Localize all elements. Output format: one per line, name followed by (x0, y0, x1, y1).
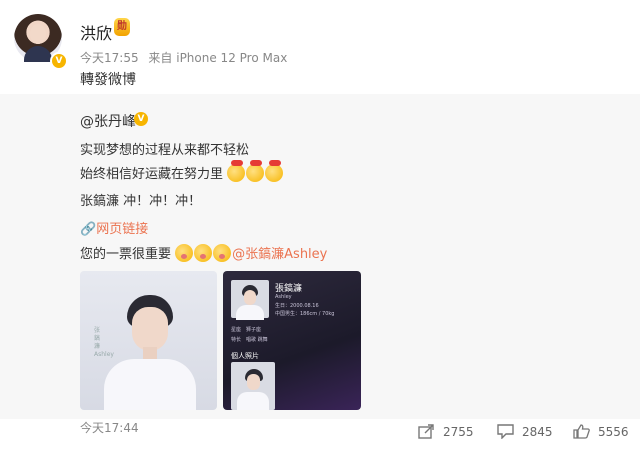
profile-thumbnail (231, 280, 269, 320)
like-button[interactable]: 5556 (573, 424, 629, 439)
cheer-emoji-icon (265, 160, 284, 182)
mention-link[interactable]: @张鎬濂Ashley (232, 247, 327, 262)
avatar-shirt (24, 46, 52, 62)
repost-line-2: 始终相信好运藏在努力里 (80, 160, 284, 182)
repost-count: 2755 (443, 424, 474, 439)
link-icon: 🔗 (80, 222, 97, 237)
thumbs-up-icon (573, 424, 590, 439)
repost-line-3: 张鎬濂 冲！冲！冲！ (80, 194, 202, 209)
original-post-time[interactable]: 今天17:44 (80, 419, 139, 436)
repost-line-1: 实现梦想的过程从来都不轻松 (80, 143, 250, 158)
blush-emoji-icon (194, 244, 213, 262)
album-thumbnail (231, 362, 275, 410)
original-author[interactable]: @张丹峰 (80, 111, 136, 131)
avatar-face (30, 24, 46, 44)
card-name: 張鎬濂 (275, 284, 303, 294)
blush-emoji-icon (175, 244, 194, 262)
member-badge-icon: 勋 (114, 18, 130, 36)
author-name[interactable]: 洪欣 (80, 20, 112, 44)
verified-icon: V (50, 52, 68, 70)
comment-icon (497, 424, 514, 439)
repost-icon (418, 424, 434, 439)
comment-count: 2845 (522, 424, 553, 439)
like-count: 5556 (598, 424, 629, 439)
photo-profile-card[interactable]: 張鎬濂 Ashley 生日：2000.08.16 中国男生：186cm / 70… (223, 271, 361, 410)
post-time[interactable]: 今天17:55 (80, 51, 139, 65)
repost-line-5: 您的一票很重要 @张鎬濂Ashley (80, 243, 327, 262)
post-meta: 今天17:55 来自 iPhone 12 Pro Max (80, 49, 293, 66)
cheer-emoji-icon (246, 160, 265, 182)
repost-button[interactable]: 2755 (418, 424, 474, 439)
blush-emoji-icon (213, 244, 232, 262)
shirt-shape (104, 359, 196, 410)
photo-caption: 张鎬濂 Ashley (94, 327, 114, 358)
card-birth: 生日：2000.08.16 (275, 303, 319, 309)
web-link[interactable]: 🔗网页链接 (80, 218, 148, 237)
post-source: 来自 iPhone 12 Pro Max (148, 51, 288, 65)
photo-portrait[interactable]: 张鎬濂 Ashley (80, 271, 217, 410)
card-row-1: 星座 狮子座 (231, 327, 262, 333)
original-verified-icon: V (134, 112, 148, 126)
web-link-label: 网页链接 (96, 222, 149, 237)
face-shape (132, 307, 168, 351)
card-height: 中国男生：186cm / 70kg (275, 311, 335, 317)
card-en-name: Ashley (275, 294, 292, 300)
repost-comment: 轉發微博 (80, 72, 136, 88)
card-album-label: 個人照片 (231, 352, 259, 360)
cheer-emoji-icon (227, 160, 246, 182)
card-row-2: 特长 唱歌 跳舞 (231, 337, 268, 343)
comment-button[interactable]: 2845 (497, 424, 553, 439)
